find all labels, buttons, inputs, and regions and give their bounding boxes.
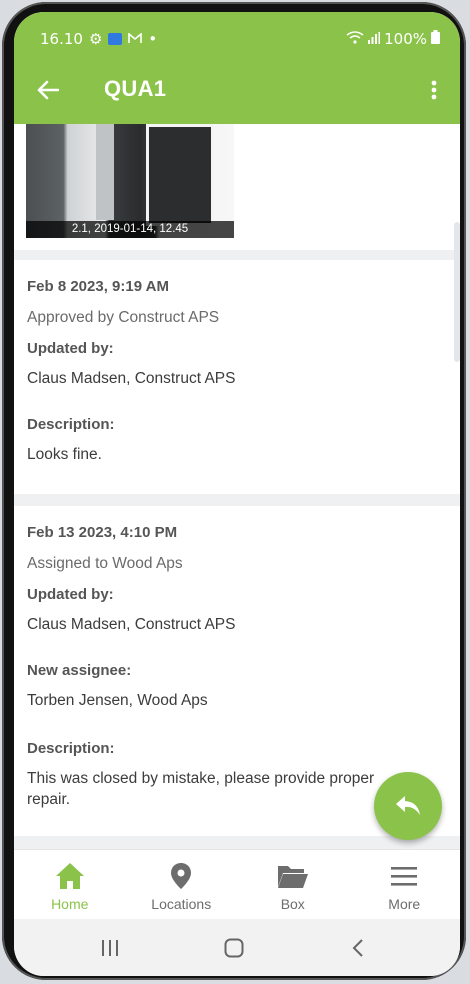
photo-card: 2.1, 2019-01-14, 12.45 [14, 124, 460, 250]
status-left: 16.10 ⚙ • [40, 30, 157, 48]
description-label: Description: [27, 416, 115, 433]
phone-frame: 16.10 ⚙ • 100% QUA1 2.1, 2019-01-14, 12.… [2, 2, 466, 980]
entry-date: Feb 13 2023, 4:10 PM [27, 524, 178, 541]
description-value: This was closed by mistake, please provi… [27, 770, 375, 808]
updated-by-label: Updated by: [27, 340, 114, 357]
nav-home-label: Home [51, 896, 89, 912]
updated-by-value: Claus Madsen, Construct APS [27, 370, 236, 387]
bottom-navigation: Home Locations Box More [14, 849, 460, 920]
description-value: Looks fine. [27, 446, 102, 463]
nav-home[interactable]: Home [14, 850, 126, 920]
gear-icon: ⚙ [88, 30, 103, 48]
app-notification-icon [108, 33, 123, 45]
reply-fab-button[interactable] [374, 772, 442, 840]
nav-box-label: Box [280, 896, 305, 912]
nav-box[interactable]: Box [237, 850, 349, 920]
history-list[interactable]: 2.1, 2019-01-14, 12.45 Feb 8 2023, 9:19 … [14, 124, 460, 849]
recent-apps-icon [102, 940, 118, 956]
mail-icon [128, 30, 143, 48]
new-assignee-label: New assignee: [27, 662, 132, 679]
system-navigation-bar [14, 919, 460, 976]
wifi-icon [346, 30, 364, 48]
scrollbar[interactable] [454, 222, 460, 362]
status-time: 16.10 [40, 30, 83, 48]
new-assignee-value: Torben Jensen, Wood Aps [27, 692, 208, 709]
door-frame-graphic [96, 124, 114, 220]
description-label: Description: [27, 740, 115, 757]
home-system-button[interactable] [214, 933, 254, 963]
battery-text: 100% [384, 30, 427, 48]
entry-status: Assigned to Wood Aps [27, 555, 183, 572]
folder-icon [277, 866, 308, 888]
nav-more[interactable]: More [349, 850, 461, 920]
nav-locations-label: Locations [151, 896, 212, 912]
chevron-left-icon [352, 939, 363, 957]
updated-by-label: Updated by: [27, 586, 114, 603]
location-pin-icon [171, 863, 192, 889]
status-bar: 16.10 ⚙ • 100% [14, 12, 460, 56]
screen: 16.10 ⚙ • 100% QUA1 2.1, 2019-01-14, 12.… [14, 12, 460, 976]
door-graphic [146, 124, 214, 226]
back-system-button[interactable] [338, 933, 378, 963]
dot-icon: • [148, 30, 158, 48]
entry-status: Approved by Construct APS [27, 309, 220, 326]
back-button[interactable] [28, 70, 68, 110]
history-entry: Feb 8 2023, 9:19 AM Approved by Construc… [14, 260, 460, 494]
status-right: 100% [346, 30, 440, 48]
overflow-menu-button[interactable] [416, 70, 452, 110]
more-vertical-icon [431, 80, 437, 100]
entry-date: Feb 8 2023, 9:19 AM [27, 278, 170, 295]
updated-by-value: Claus Madsen, Construct APS [27, 616, 236, 633]
page-title: QUA1 [104, 76, 167, 101]
app-bar: QUA1 [14, 56, 460, 124]
battery-icon [431, 30, 440, 48]
recent-apps-button[interactable] [90, 933, 130, 963]
reply-icon [396, 796, 420, 815]
signal-icon [368, 30, 381, 48]
home-square-icon [224, 938, 244, 958]
arrow-left-icon [37, 80, 59, 100]
nav-locations[interactable]: Locations [126, 850, 238, 920]
home-icon [55, 863, 84, 889]
attachment-photo[interactable]: 2.1, 2019-01-14, 12.45 [26, 124, 234, 238]
hamburger-menu-icon [391, 867, 418, 886]
photo-caption: 2.1, 2019-01-14, 12.45 [26, 221, 234, 238]
nav-more-label: More [388, 896, 421, 912]
